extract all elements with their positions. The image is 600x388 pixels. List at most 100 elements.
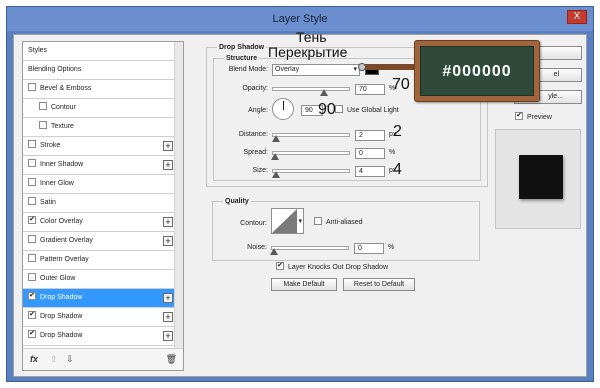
- trash-icon[interactable]: 🗑: [166, 354, 177, 365]
- style-item-checkbox[interactable]: [28, 197, 36, 206]
- style-item[interactable]: ✔ Drop Shadow +: [23, 308, 175, 327]
- make-default-button[interactable]: Make Default: [271, 278, 337, 291]
- style-item-label: Drop Shadow: [40, 294, 83, 301]
- size-label: Size:: [252, 167, 268, 174]
- style-item[interactable]: Stroke +: [23, 137, 175, 156]
- noise-input[interactable]: 0: [354, 243, 384, 254]
- contour-dropdown-icon[interactable]: ▾: [298, 217, 302, 225]
- style-item-label: Texture: [51, 123, 74, 130]
- quality-title: Quality: [223, 197, 251, 206]
- style-item[interactable]: Inner Glow: [23, 175, 175, 194]
- quality-group: Quality Contour: ▾ Anti-aliased Noise: 0…: [212, 197, 480, 261]
- style-item[interactable]: ✔ Drop Shadow +: [23, 289, 175, 308]
- opacity-slider[interactable]: [272, 87, 350, 96]
- opacity-input[interactable]: 70: [355, 84, 385, 95]
- noise-slider-thumb[interactable]: [270, 248, 278, 255]
- size-slider[interactable]: [272, 169, 350, 178]
- styles-panel: Styles Blending Options Bevel & Emboss Cont…: [22, 41, 184, 371]
- global-light-option[interactable]: Use Global Light: [335, 105, 399, 116]
- style-item-label: Styles: [28, 47, 48, 54]
- angle-dial[interactable]: [272, 98, 294, 120]
- reset-default-button[interactable]: Reset to Default: [343, 278, 415, 291]
- styles-scrollbar[interactable]: [174, 42, 183, 348]
- callout-connector: [358, 63, 416, 71]
- style-item-checkbox[interactable]: [39, 102, 47, 111]
- spread-slider-thumb[interactable]: [271, 153, 279, 160]
- style-item-checkbox[interactable]: [28, 140, 36, 149]
- style-item[interactable]: Inner Shadow +: [23, 156, 175, 175]
- contour-label: Contour:: [240, 220, 267, 227]
- style-item-label: Inner Shadow: [40, 161, 84, 168]
- add-style-icon[interactable]: +: [163, 141, 173, 151]
- noise-slider[interactable]: [270, 246, 349, 255]
- close-button[interactable]: X: [567, 10, 587, 24]
- style-item-label: Drop Shadow: [40, 313, 83, 320]
- style-item-checkbox[interactable]: [39, 121, 47, 130]
- callout-dot: [358, 63, 366, 71]
- add-style-icon[interactable]: +: [163, 236, 173, 246]
- size-slider-thumb[interactable]: [272, 171, 281, 178]
- style-item-checkbox[interactable]: [28, 83, 36, 92]
- noise-unit: %: [388, 244, 395, 251]
- opacity-slider-thumb[interactable]: [320, 89, 328, 96]
- preview-label: Preview: [527, 114, 552, 121]
- style-item-label: Bevel & Emboss: [40, 85, 92, 92]
- knockout-checkbox[interactable]: ✔: [276, 262, 284, 271]
- style-item[interactable]: Outer Glow: [23, 270, 175, 289]
- style-item[interactable]: Styles: [23, 42, 175, 61]
- style-item-checkbox[interactable]: ✔: [28, 216, 36, 225]
- anti-aliased-option[interactable]: Anti-aliased: [314, 217, 363, 228]
- window-title: Layer Style: [272, 13, 328, 25]
- add-style-icon[interactable]: +: [163, 312, 173, 322]
- contour-picker[interactable]: ▾: [271, 208, 304, 234]
- style-item-checkbox[interactable]: ✔: [28, 330, 36, 339]
- style-item-label: Satin: [40, 199, 56, 206]
- style-item[interactable]: ✔ Drop Shadow +: [23, 327, 175, 346]
- preview-checkbox[interactable]: ✔: [515, 112, 523, 121]
- global-light-checkbox[interactable]: [335, 105, 343, 114]
- add-style-icon[interactable]: +: [163, 293, 173, 303]
- style-item-checkbox[interactable]: [28, 273, 36, 282]
- style-item[interactable]: Bevel & Emboss: [23, 80, 175, 99]
- angle-label: Angle:: [248, 107, 268, 114]
- style-item-checkbox[interactable]: ✔: [28, 292, 36, 301]
- title-bar: Layer Style X: [7, 7, 593, 31]
- add-style-icon[interactable]: +: [163, 217, 173, 227]
- style-item[interactable]: Texture: [23, 118, 175, 137]
- blend-mode-select[interactable]: Overlay ▾: [272, 64, 360, 76]
- preview-option[interactable]: ✔ Preview: [515, 112, 552, 123]
- style-item[interactable]: Gradient Overlay +: [23, 232, 175, 251]
- structure-title: Structure: [224, 54, 260, 63]
- anti-aliased-label: Anti-aliased: [326, 219, 363, 226]
- spread-unit: %: [389, 149, 396, 156]
- style-item[interactable]: Satin: [23, 194, 175, 213]
- knockout-option[interactable]: ✔ Layer Knocks Out Drop Shadow: [276, 262, 388, 273]
- distance-input[interactable]: 2: [355, 130, 385, 141]
- fx-icon[interactable]: fx: [30, 354, 38, 364]
- style-item-checkbox[interactable]: [28, 178, 36, 187]
- move-down-icon[interactable]: ⇩: [66, 354, 74, 365]
- style-item-checkbox[interactable]: [28, 235, 36, 244]
- style-item-label: Blending Options: [28, 66, 82, 73]
- distance-slider[interactable]: [272, 133, 350, 142]
- distance-slider-thumb[interactable]: [272, 135, 281, 142]
- style-item[interactable]: Pattern Overlay: [23, 251, 175, 270]
- style-item[interactable]: Blending Options: [23, 61, 175, 80]
- style-item-label: Gradient Overlay: [40, 237, 93, 244]
- size-annotation: 4: [393, 161, 402, 178]
- style-item-checkbox[interactable]: [28, 159, 36, 168]
- style-item[interactable]: ✔ Color Overlay +: [23, 213, 175, 232]
- style-item-checkbox[interactable]: [28, 254, 36, 263]
- anti-aliased-checkbox[interactable]: [314, 217, 322, 226]
- add-style-icon[interactable]: +: [163, 160, 173, 170]
- spread-slider[interactable]: [271, 151, 350, 160]
- noise-label: Noise:: [247, 244, 267, 251]
- color-callout-board: #000000: [414, 40, 540, 102]
- move-up-icon[interactable]: ⇧: [50, 354, 58, 365]
- style-item[interactable]: Contour: [23, 99, 175, 118]
- style-item-checkbox[interactable]: ✔: [28, 311, 36, 320]
- spread-input[interactable]: 0: [355, 148, 385, 159]
- add-style-icon[interactable]: +: [163, 331, 173, 341]
- spread-label: Spread:: [243, 149, 268, 156]
- size-input[interactable]: 4: [355, 166, 385, 177]
